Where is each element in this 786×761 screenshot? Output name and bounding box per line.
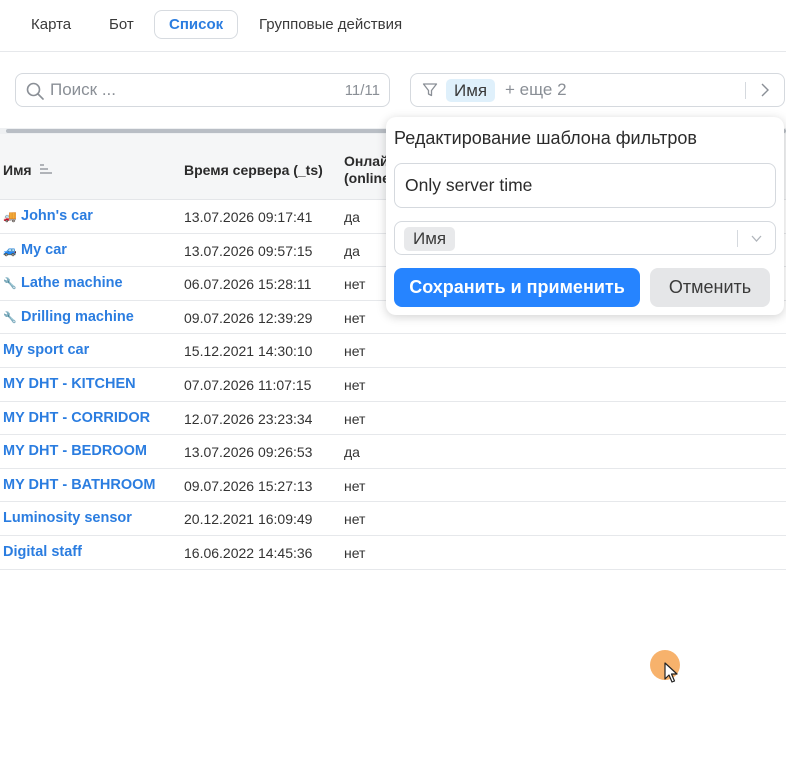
server-time-cell: 06.07.2026 15:28:11 — [184, 276, 312, 293]
search-input[interactable] — [50, 78, 330, 102]
online-cell: да — [344, 242, 360, 259]
tab-bot[interactable]: Бот — [94, 10, 149, 39]
search-icon — [26, 82, 44, 100]
wrench-icon: 🔧 — [3, 278, 17, 291]
server-time-cell: 15.12.2021 14:30:10 — [184, 343, 313, 360]
table-row[interactable]: MY DHT - KITCHEN 07.07.2026 11:07:15 нет — [0, 368, 786, 402]
device-link[interactable]: MY DHT - BEDROOM — [3, 443, 147, 459]
column-header-server-time[interactable]: Время сервера (_ts) — [184, 162, 323, 178]
table-row[interactable]: My sport car 15.12.2021 14:30:10 нет — [0, 334, 786, 368]
cancel-button[interactable]: Отменить — [650, 268, 770, 307]
tab-list[interactable]: Список — [154, 10, 239, 39]
filter-more-count[interactable]: + еще 2 — [505, 80, 567, 100]
chevron-right-icon[interactable] — [758, 83, 772, 97]
server-time-cell: 09.07.2026 15:27:13 — [184, 477, 313, 494]
mouse-pointer-icon — [664, 662, 678, 683]
online-cell: нет — [344, 544, 366, 561]
table-row[interactable]: Digital staff 16.06.2022 14:45:36 нет — [0, 536, 786, 570]
filter-bar[interactable]: Имя + еще 2 — [410, 73, 785, 107]
template-name-input[interactable] — [394, 163, 776, 208]
device-link[interactable]: 🔧 Lathe machine — [3, 275, 123, 291]
car-icon: 🚙 — [3, 244, 17, 257]
server-time-cell: 09.07.2026 12:39:29 — [184, 309, 313, 326]
filter-icon — [422, 83, 438, 97]
device-link[interactable]: Luminosity sensor — [3, 510, 132, 526]
sort-icon[interactable] — [39, 164, 53, 174]
column-header-name[interactable]: Имя — [3, 162, 32, 178]
column-header-online[interactable]: Онлай — [344, 153, 389, 169]
online-cell: нет — [344, 410, 366, 427]
device-link[interactable]: MY DHT - CORRIDOR — [3, 410, 150, 426]
online-cell: да — [344, 209, 360, 225]
popover-title: Редактирование шаблона фильтров — [394, 128, 697, 148]
server-time-cell: 13.07.2026 09:26:53 — [184, 444, 313, 461]
divider — [737, 230, 738, 247]
tab-group-actions[interactable]: Групповые действия — [244, 10, 417, 39]
wrench-icon: 🔧 — [3, 311, 17, 324]
online-cell: нет — [344, 276, 366, 293]
truck-icon: 🚚 — [3, 211, 17, 223]
filter-template-popover: Редактирование шаблона фильтров Имя Сохр… — [386, 117, 784, 315]
online-cell: нет — [344, 376, 366, 393]
device-link[interactable]: My sport car — [3, 342, 89, 358]
server-time-cell: 16.06.2022 14:45:36 — [184, 544, 313, 561]
device-link[interactable]: 🚚 John's car — [3, 208, 93, 224]
filter-fields-select[interactable]: Имя — [394, 221, 776, 255]
server-time-cell: 13.07.2026 09:57:15 — [184, 242, 313, 259]
device-link[interactable]: 🔧 Drilling machine — [3, 309, 134, 325]
device-link[interactable]: MY DHT - KITCHEN — [3, 376, 136, 392]
chevron-down-icon[interactable] — [750, 232, 763, 245]
tab-map[interactable]: Карта — [16, 10, 86, 39]
device-link[interactable]: Digital staff — [3, 544, 82, 560]
online-cell: нет — [344, 511, 366, 528]
device-link[interactable]: MY DHT - BATHROOM — [3, 477, 156, 493]
table-row[interactable]: MY DHT - BATHROOM 09.07.2026 15:27:13 не… — [0, 469, 786, 503]
search-box: 11/11 — [15, 73, 390, 107]
online-cell: да — [344, 444, 360, 461]
divider — [745, 82, 746, 99]
search-result-count: 11/11 — [344, 82, 380, 99]
server-time-cell: 13.07.2026 09:17:41 — [184, 209, 313, 225]
server-time-cell: 20.12.2021 16:09:49 — [184, 511, 313, 528]
online-cell: нет — [344, 477, 366, 494]
column-header-online-key: (online — [344, 170, 390, 186]
device-link[interactable]: 🚙 My car — [3, 242, 67, 258]
server-time-cell: 12.07.2026 23:23:34 — [184, 410, 313, 427]
table-row[interactable]: Luminosity sensor 20.12.2021 16:09:49 не… — [0, 502, 786, 536]
online-cell: нет — [344, 343, 366, 360]
server-time-cell: 07.07.2026 11:07:15 — [184, 376, 312, 393]
filter-chip-name[interactable]: Имя — [446, 79, 496, 102]
table-row[interactable]: MY DHT - CORRIDOR 12.07.2026 23:23:34 не… — [0, 402, 786, 436]
save-and-apply-button[interactable]: Сохранить и применить — [394, 268, 640, 307]
table-row[interactable]: MY DHT - BEDROOM 13.07.2026 09:26:53 да — [0, 435, 786, 469]
selected-field-tag[interactable]: Имя — [404, 227, 456, 251]
view-tabs: Карта Бот Список Групповые действия — [0, 0, 786, 52]
online-cell: нет — [344, 309, 366, 326]
